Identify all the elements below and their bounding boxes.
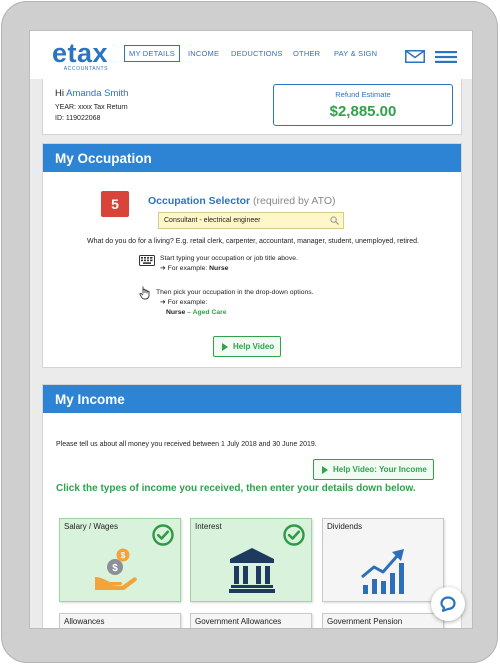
- typing-tip-prefix: ➔ For example:: [160, 265, 208, 272]
- check-circle-icon: [283, 524, 305, 551]
- logo-wordmark: etax: [52, 38, 109, 68]
- typing-tip: Start typing your occupation or job titl…: [160, 254, 298, 274]
- typing-tip-example: ➔ For example: Nurse: [160, 264, 298, 274]
- play-icon: [222, 342, 228, 351]
- hand-coins-icon: $ $: [93, 547, 139, 596]
- occupation-selector-title: Occupation Selector (required by ATO): [148, 195, 336, 207]
- tile-label: Salary / Wages: [64, 522, 118, 531]
- nav-other[interactable]: OTHER: [293, 49, 320, 58]
- chat-button[interactable]: [431, 587, 465, 621]
- keyboard-icon: [139, 253, 155, 271]
- nav-income[interactable]: INCOME: [188, 49, 219, 58]
- refund-estimate-box: Refund Estimate $2,885.00: [273, 84, 453, 126]
- selector-required-note: (required by ATO): [253, 195, 336, 207]
- selector-title-text: Occupation Selector: [148, 195, 251, 207]
- bank-icon: [229, 547, 275, 598]
- typing-tip-line: Start typing your occupation or job titl…: [160, 255, 298, 262]
- nav-my-details[interactable]: MY DETAILS: [124, 45, 180, 62]
- occupation-search-input[interactable]: Consultant - electrical engineer: [158, 212, 344, 229]
- occupation-question: What do you do for a living? E.g. retail…: [87, 238, 419, 245]
- hamburger-menu-icon[interactable]: [435, 50, 457, 68]
- tile-label: Interest: [195, 522, 222, 531]
- income-tile-government-pension[interactable]: Government Pension: [322, 613, 444, 628]
- app-screen: etax ACCOUNTANTS MY DETAILS INCOME DEDUC…: [29, 30, 473, 629]
- tile-label: Allowances: [64, 617, 105, 626]
- typing-tip-example-value: Nurse: [209, 265, 229, 272]
- nav-pay-sign[interactable]: PAY & SIGN: [334, 49, 377, 58]
- main-content: Hi Amanda Smith YEAR: xxxx Tax Return ID…: [30, 79, 472, 628]
- income-help-video-button[interactable]: Help Video: Your Income: [313, 459, 434, 480]
- refund-amount: $2,885.00: [329, 103, 397, 120]
- user-summary-card: Hi Amanda Smith YEAR: xxxx Tax Return ID…: [42, 79, 462, 135]
- rising-chart-icon: [361, 547, 407, 600]
- dropdown-tip-line: Then pick your occupation in the drop-do…: [156, 289, 314, 296]
- income-tile-salary[interactable]: Salary / Wages $ $: [59, 518, 181, 602]
- user-id: ID: 119022068: [55, 115, 101, 122]
- refund-label: Refund Estimate: [335, 90, 391, 99]
- greeting: Hi Amanda Smith: [55, 88, 128, 99]
- search-icon: [330, 216, 339, 227]
- play-icon: [322, 465, 328, 474]
- dropdown-tip: Then pick your occupation in the drop-do…: [156, 288, 314, 318]
- greeting-word: Hi: [55, 88, 64, 99]
- tablet-frame: etax ACCOUNTANTS MY DETAILS INCOME DEDUC…: [1, 1, 498, 663]
- dropdown-tip-prefix: ➔ For example:: [160, 299, 208, 306]
- income-tile-interest[interactable]: Interest: [190, 518, 312, 602]
- income-section: My Income Please tell us about all money…: [42, 384, 462, 628]
- occupation-input-value: Consultant - electrical engineer: [164, 217, 261, 224]
- step-number-badge: 5: [101, 191, 129, 217]
- svg-text:$: $: [112, 563, 118, 574]
- income-heading: My Income: [43, 385, 461, 413]
- help-video-label: Help Video: [233, 342, 275, 351]
- pointer-hand-icon: [139, 285, 151, 305]
- dropdown-tip-example-main: Nurse: [166, 309, 186, 316]
- income-help-video-label: Help Video: Your Income: [333, 465, 427, 474]
- tile-label: Government Pension: [327, 617, 403, 626]
- occupation-section: My Occupation 5 Occupation Selector (req…: [42, 143, 462, 368]
- check-circle-icon: [152, 524, 174, 551]
- dropdown-tip-example: Nurse – Aged Care: [156, 308, 314, 318]
- occupation-help-video-button[interactable]: Help Video: [213, 336, 282, 357]
- dropdown-tip-example-sub: – Aged Care: [187, 309, 227, 316]
- svg-text:$: $: [121, 551, 126, 560]
- chat-bubble-icon: [440, 596, 456, 617]
- occupation-heading: My Occupation: [43, 144, 461, 172]
- etax-logo[interactable]: etax ACCOUNTANTS: [52, 38, 109, 73]
- income-tile-allowances[interactable]: Allowances: [59, 613, 181, 628]
- user-name: Amanda Smith: [66, 88, 129, 99]
- income-tile-dividends[interactable]: Dividends: [322, 518, 444, 602]
- tile-label: Government Allowances: [195, 617, 282, 626]
- nav-deductions[interactable]: DEDUCTIONS: [231, 49, 283, 58]
- income-intro: Please tell us about all money you recei…: [56, 441, 317, 448]
- income-tile-government-allowances[interactable]: Government Allowances: [190, 613, 312, 628]
- tax-year: YEAR: xxxx Tax Return: [55, 104, 128, 111]
- envelope-icon[interactable]: [405, 50, 425, 68]
- income-instruction: Click the types of income you received, …: [56, 483, 416, 494]
- top-nav: etax ACCOUNTANTS MY DETAILS INCOME DEDUC…: [30, 31, 472, 79]
- tile-label: Dividends: [327, 522, 363, 531]
